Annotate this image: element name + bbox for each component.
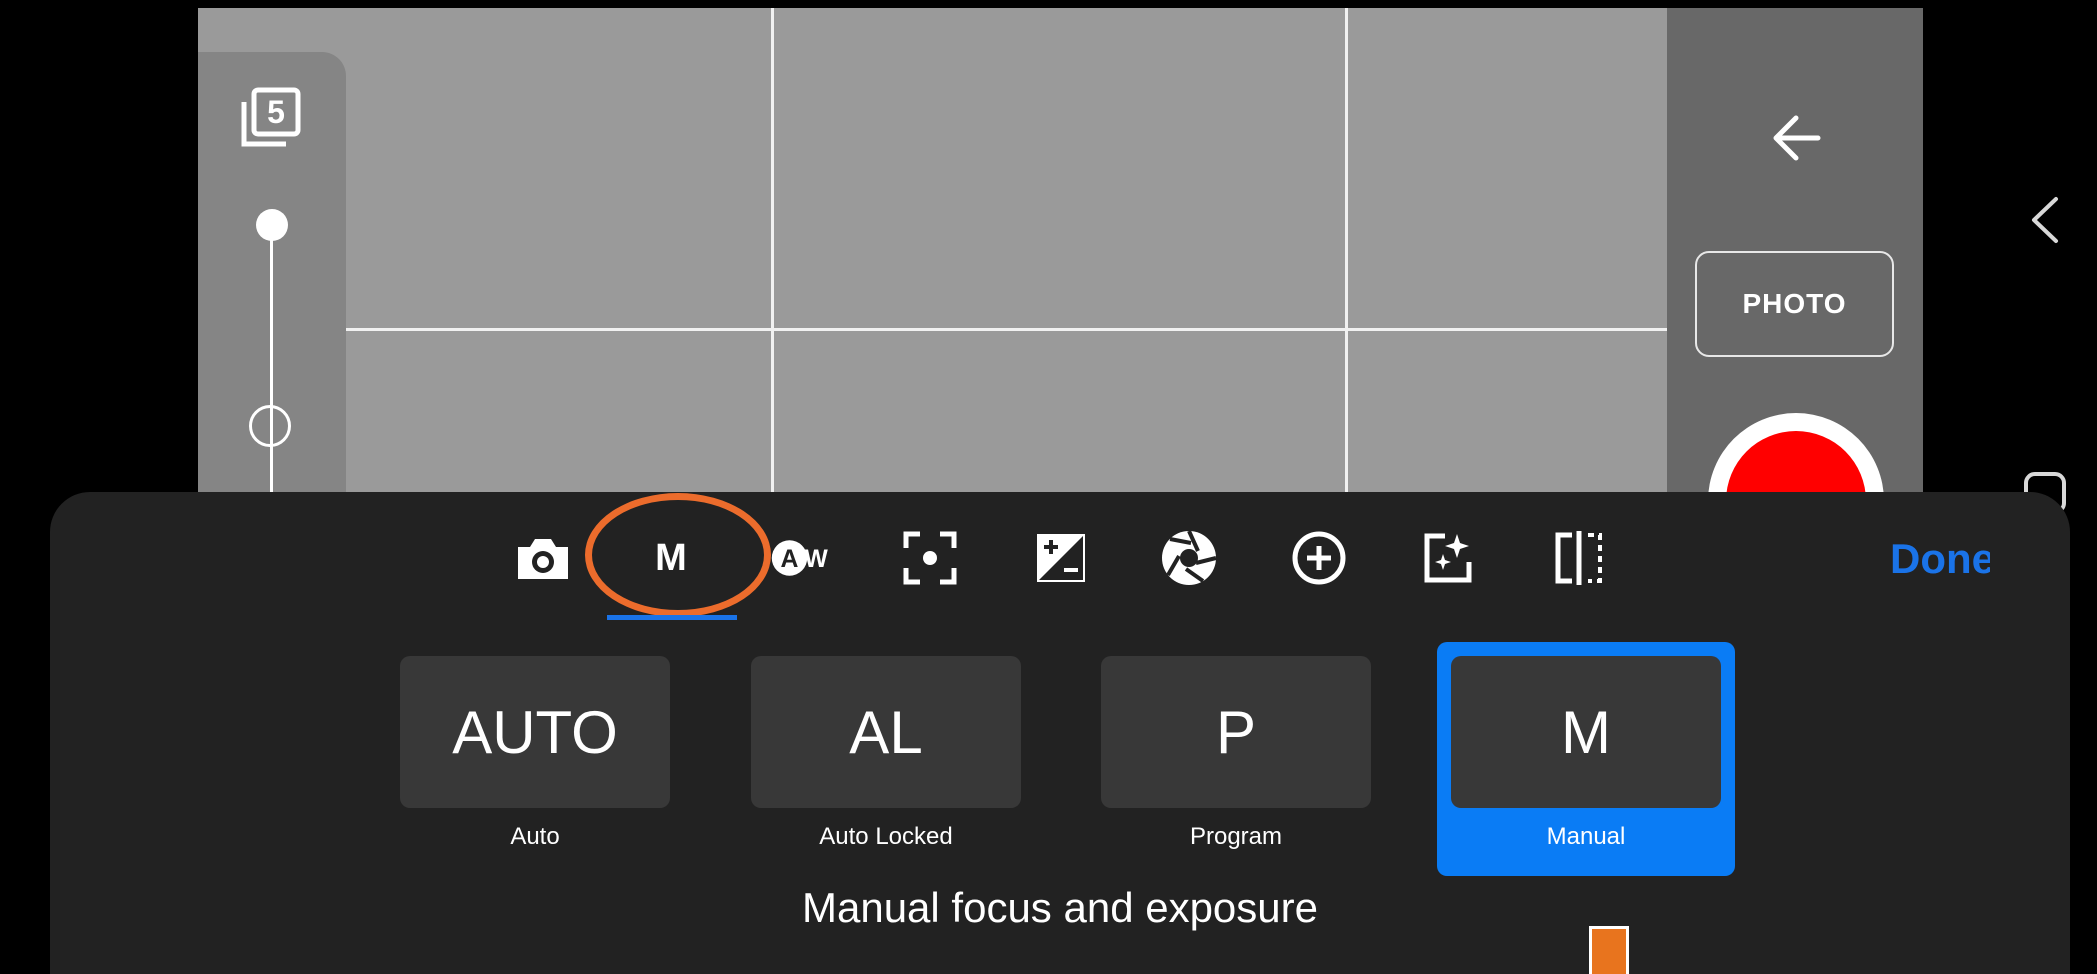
mode-auto-label: Auto <box>510 823 560 850</box>
nav-back-icon[interactable] <box>2010 185 2080 255</box>
svg-text:A: A <box>781 546 799 573</box>
camera-icon[interactable] <box>512 527 574 589</box>
svg-text:W: W <box>804 546 828 573</box>
zoom-preset-ring[interactable] <box>249 405 291 447</box>
done-button[interactable]: Done <box>1890 535 1990 583</box>
burst-count-icon[interactable]: 5 <box>238 84 304 150</box>
active-tab-indicator <box>607 615 737 620</box>
highlight-circle <box>585 493 771 617</box>
burst-count-label: 5 <box>267 94 285 130</box>
mode-auto-locked-label: Auto Locked <box>819 823 953 850</box>
zoom-slider-track[interactable] <box>270 225 273 525</box>
auto-white-balance-icon[interactable]: A W <box>770 527 832 589</box>
enhance-icon[interactable] <box>1417 527 1479 589</box>
mode-description: Manual focus and exposure <box>802 884 1318 931</box>
back-arrow-icon[interactable] <box>1768 110 1824 166</box>
aperture-icon[interactable] <box>1158 527 1220 589</box>
mode-program-button[interactable]: P <box>1101 656 1371 808</box>
mode-auto-locked-button[interactable]: AL <box>751 656 1021 808</box>
grid-line-horizontal <box>198 328 1923 331</box>
camera-viewfinder[interactable] <box>198 8 1923 498</box>
split-view-icon[interactable] <box>1548 527 1610 589</box>
grid-line-vertical <box>1345 8 1348 498</box>
focus-icon[interactable] <box>899 527 961 589</box>
exposure-compensation-icon[interactable] <box>1030 527 1092 589</box>
zoom-slider-handle[interactable] <box>256 209 288 241</box>
slider-marker[interactable] <box>1589 926 1629 974</box>
mode-manual-button[interactable]: M <box>1451 656 1721 808</box>
photo-mode-button[interactable]: PHOTO <box>1695 251 1894 357</box>
mode-manual-label: Manual <box>1546 823 1626 850</box>
mode-program-label: Program <box>1189 823 1283 850</box>
mode-auto-button[interactable]: AUTO <box>400 656 670 808</box>
grid-line-vertical <box>771 8 774 498</box>
add-icon[interactable] <box>1288 527 1350 589</box>
